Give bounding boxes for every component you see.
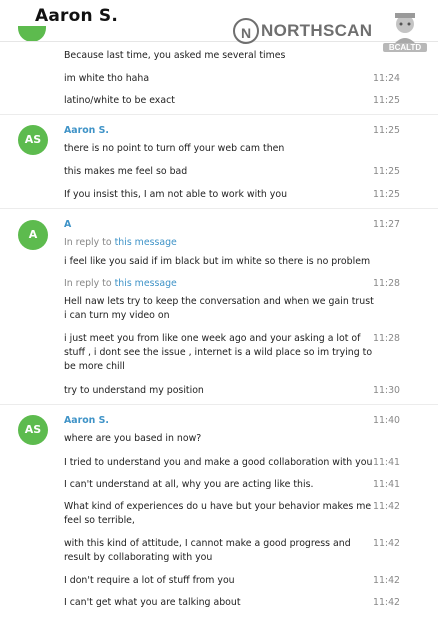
message-time: 11:27 [373,219,401,230]
message-divider [0,208,438,209]
message-text: If you insist this, I am not able to wor… [64,189,288,200]
avatar [18,26,46,42]
message-text: i just meet you from like one week ago a… [64,333,373,372]
avatar[interactable]: AS [18,415,48,445]
message-time: 11:41 [373,479,401,490]
northscan-logo-icon: N [233,18,259,44]
message-text: latino/white to be exact [64,95,175,106]
message-time: 11:42 [373,538,401,549]
message-time: 11:40 [373,415,401,426]
message-time: 11:42 [373,597,401,608]
avatar[interactable]: AS [18,125,48,155]
sender-name[interactable]: Aaron S. [64,124,109,138]
message-time: 11:42 [373,575,401,586]
message-divider [0,404,438,405]
watermark-text: NORTHSCAN [261,21,373,40]
message-text: I tried to understand you and make a goo… [64,457,373,468]
reply-prefix: In reply to [64,237,112,248]
message-text: there is no point to turn off your web c… [64,143,285,154]
reply-header: In reply to this message [64,277,177,291]
message-text: What kind of experiences do u have but y… [64,501,372,526]
badge-label: BCALTD [383,43,427,52]
message-time: 11:25 [373,166,401,177]
message-text: try to understand my position [64,385,204,396]
message-time: 11:41 [373,457,401,468]
message-time: 11:24 [373,73,401,84]
reply-link[interactable]: this message [115,237,177,248]
reply-header: In reply to this message [64,236,177,250]
message-text: I can't understand at all, why you are a… [64,479,314,490]
message-time: 11:25 [373,125,401,136]
message-text: I don't require a lot of stuff from you [64,575,235,586]
chat-title: Aaron S. [35,6,119,26]
message-text: with this kind of attitude, I cannot mak… [64,538,351,563]
message-time: 11:25 [373,189,401,200]
message-time: 11:42 [373,501,401,512]
message-text: this makes me feel so bad [64,166,188,177]
message-text: where are you based in now? [64,433,202,444]
reply-prefix: In reply to [64,278,112,289]
watermark: N NORTHSCAN [233,18,372,44]
avatar[interactable]: A [18,220,48,250]
message-text: i feel like you said if im black but im … [64,256,371,267]
reply-link[interactable]: this message [115,278,177,289]
message-time: 11:25 [373,95,401,106]
message-time: 11:28 [373,333,401,344]
sender-name[interactable]: Aaron S. [64,414,109,428]
message-text: I can't get what you are talking about [64,597,241,608]
message-text: im white tho haha [64,73,150,84]
message-divider [0,114,438,115]
message-text: Because last time, you asked me several … [64,50,286,61]
message-time: 11:28 [373,278,401,289]
message-time: 11:30 [373,385,401,396]
message-text: Hell naw lets try to keep the conversati… [64,296,374,321]
sender-name[interactable]: A [64,218,71,232]
